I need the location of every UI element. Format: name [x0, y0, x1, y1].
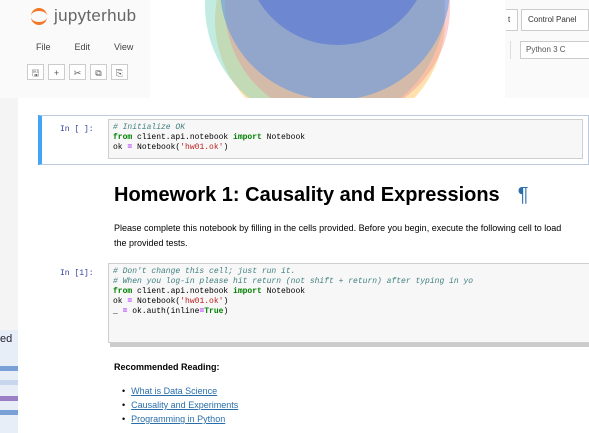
link-programming-in-python[interactable]: Programming in Python: [131, 414, 225, 424]
partial-header-button[interactable]: t: [506, 9, 518, 31]
paste-icon[interactable]: ⎘: [111, 64, 128, 80]
notebook-heading: Homework 1: Causality and Expressions ¶: [114, 184, 528, 207]
code-input[interactable]: # Don't change this cell; just run it. # …: [108, 263, 589, 343]
kernel-indicator: Python 3 C: [520, 41, 589, 59]
logo-text: jupyterhub: [54, 6, 137, 25]
code-line: ok = Notebook('hw01.ok'): [113, 143, 578, 153]
code-token: ok: [113, 143, 128, 152]
code-token: ): [223, 143, 229, 152]
cut-icon[interactable]: ✂: [69, 64, 86, 80]
heading-text: Homework 1: Causality and Expressions: [114, 184, 500, 206]
code-token: ok: [113, 297, 128, 306]
code-token: ): [223, 297, 229, 306]
code-line: # Initialize OK: [113, 123, 578, 133]
add-cell-icon[interactable]: +: [48, 64, 65, 80]
notebook-toolbar: 🖫 + ✂ ⧉ ⎘: [27, 64, 132, 80]
code-line: ok = Notebook('hw01.ok'): [113, 297, 585, 307]
jupyter-logo-icon: [30, 7, 48, 25]
recommended-reading-heading: Recommended Reading:: [114, 362, 220, 372]
cell-prompt: In [1]:: [60, 269, 94, 278]
code-token: Notebook(: [132, 143, 181, 152]
link-what-is-data-science[interactable]: What is Data Science: [131, 386, 217, 396]
cell-prompt: In [ ]:: [60, 125, 94, 134]
code-input[interactable]: # Initialize OK from client.api.notebook …: [108, 119, 583, 159]
code-token: ): [223, 307, 229, 316]
code-token: _: [113, 307, 123, 316]
code-token: # Don't change this cell; just run it.: [113, 267, 296, 276]
code-token: Notebook(: [132, 297, 181, 306]
overlay-graphic: [150, 0, 505, 99]
code-token: import: [233, 287, 262, 296]
code-line: # When you log-in please hit return (not…: [113, 277, 585, 287]
background-row: [0, 366, 18, 371]
anchor-link[interactable]: ¶: [518, 184, 529, 206]
jupyterhub-logo[interactable]: jupyterhub: [30, 6, 136, 26]
notebook-page: In [ ]: # Initialize OK from client.api.n…: [18, 98, 589, 433]
horizontal-scrollbar[interactable]: [110, 343, 589, 347]
menu-view[interactable]: View: [102, 40, 145, 54]
list-item: Programming in Python: [122, 412, 238, 426]
list-item: What is Data Science: [122, 384, 238, 398]
code-line: from client.api.notebook import Notebook: [113, 133, 578, 143]
code-line: _ = ok.auth(inline=True): [113, 307, 585, 317]
link-causality-and-experiments[interactable]: Causality and Experiments: [131, 400, 238, 410]
control-panel-button[interactable]: Control Panel: [521, 9, 589, 31]
background-row: [0, 380, 18, 385]
code-token: client.api.notebook: [132, 133, 234, 142]
code-token: Notebook: [261, 133, 306, 142]
save-icon[interactable]: 🖫: [27, 64, 44, 80]
copy-icon[interactable]: ⧉: [90, 64, 107, 80]
toolbar-divider: [510, 41, 511, 59]
code-line: # Don't change this cell; just run it.: [113, 267, 585, 277]
menu-bar: File Edit View: [24, 40, 145, 54]
code-token: import: [233, 133, 262, 142]
code-token: client.api.notebook: [132, 287, 234, 296]
code-token: # Initialize OK: [113, 123, 186, 132]
code-token: 'hw01.ok': [180, 143, 224, 152]
menu-edit[interactable]: Edit: [63, 40, 103, 54]
code-token: Notebook: [261, 287, 306, 296]
background-row: [0, 410, 18, 415]
menu-file[interactable]: File: [24, 40, 63, 54]
list-item: Causality and Experiments: [122, 398, 238, 412]
code-token: 'hw01.ok': [180, 297, 224, 306]
code-token: # When you log-in please hit return (not…: [113, 277, 474, 286]
code-token: ok.auth(inline: [127, 307, 200, 316]
code-token: from: [113, 133, 133, 142]
code-line: from client.api.notebook import Notebook: [113, 287, 585, 297]
instructions-paragraph: Please complete this notebook by filling…: [114, 223, 562, 248]
code-token: from: [113, 287, 133, 296]
background-window-text: ed: [0, 333, 13, 345]
reading-links: What is Data Science Causality and Exper…: [122, 384, 238, 426]
background-row: [0, 396, 18, 401]
code-token: True: [204, 307, 224, 316]
